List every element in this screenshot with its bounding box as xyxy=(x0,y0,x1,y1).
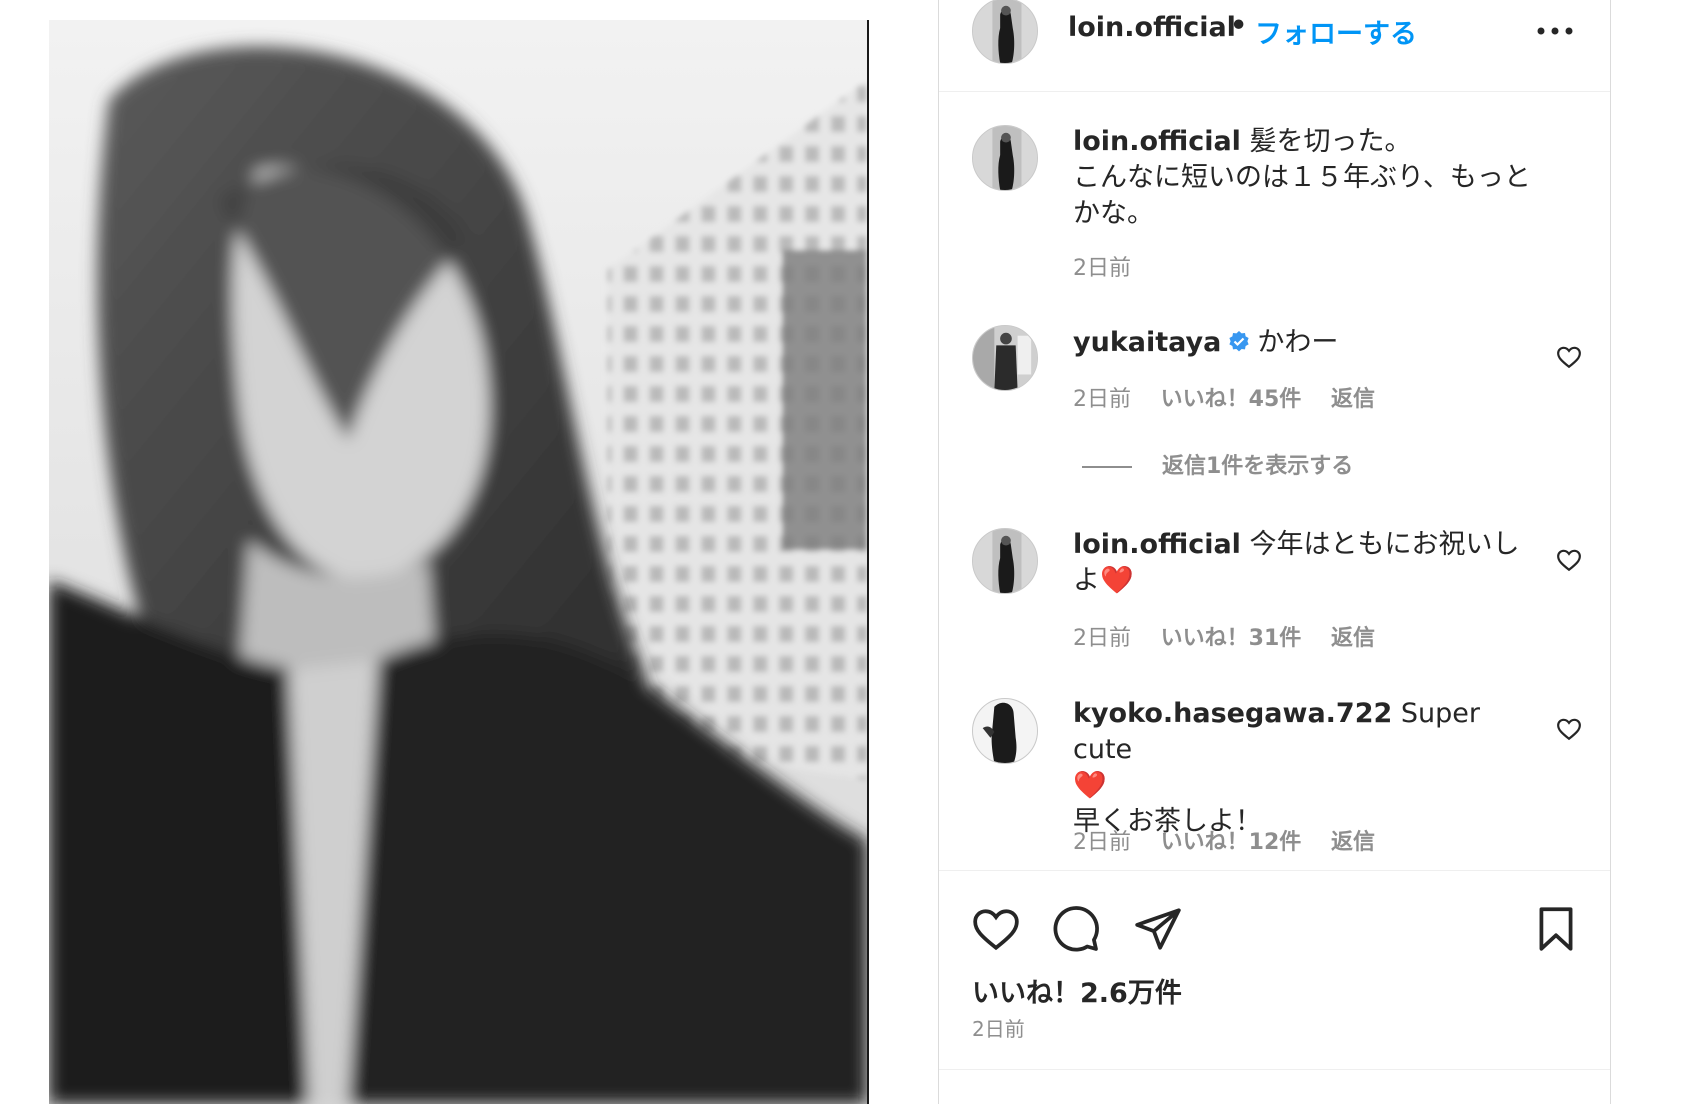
comment-text: kyoko.hasegawa.722 Super cute ❤️ 早くお茶しよ！ xyxy=(1073,696,1523,840)
view-replies-label: 返信1件を表示する xyxy=(1162,454,1354,479)
follow-button[interactable]: フォローする xyxy=(1255,12,1417,51)
separator-dot: • xyxy=(1230,10,1248,41)
comment-meta: 2日前 いいね！45件 返信 xyxy=(1073,381,1397,413)
comment-meta: 2日前 いいね！12件 返信 xyxy=(1073,824,1397,856)
heart-emoji: ❤️ xyxy=(1073,770,1107,801)
author-avatar[interactable] xyxy=(972,0,1038,64)
comment-body: かわー xyxy=(1257,327,1339,358)
reply-button[interactable]: 返信 xyxy=(1331,626,1375,651)
view-replies-button[interactable]: 返信1件を表示する xyxy=(1082,448,1353,480)
comment-timestamp[interactable]: 2日前 xyxy=(1073,387,1131,412)
comment-icon[interactable] xyxy=(1051,904,1101,954)
comment-username[interactable]: kyoko.hasegawa.722 xyxy=(1073,698,1392,729)
bookmark-icon[interactable] xyxy=(1531,904,1581,954)
reply-button[interactable]: 返信 xyxy=(1331,830,1375,855)
verified-badge-icon xyxy=(1227,328,1251,352)
comment-text: loin.official 今年はともにお祝いしよ❤️ xyxy=(1073,527,1523,599)
comment-avatar[interactable] xyxy=(972,528,1038,594)
more-horizontal-icon[interactable] xyxy=(1533,18,1577,44)
comment-username[interactable]: loin.official xyxy=(1073,529,1241,560)
post-photo[interactable] xyxy=(49,20,869,1104)
comment-avatar[interactable] xyxy=(972,698,1038,764)
comment-username[interactable]: yukaitaya xyxy=(1073,327,1221,358)
caption-meta: 2日前 xyxy=(1073,250,1153,282)
caption-avatar[interactable] xyxy=(972,125,1038,191)
caption-username[interactable]: loin.official xyxy=(1073,126,1241,157)
heart-emoji: ❤️ xyxy=(1100,565,1134,596)
paper-plane-icon[interactable] xyxy=(1133,904,1183,954)
comment-text: yukaitaya かわー xyxy=(1073,325,1543,361)
comment-timestamp[interactable]: 2日前 xyxy=(1073,626,1131,651)
view-replies-line xyxy=(1082,466,1132,468)
heart-icon[interactable] xyxy=(1556,344,1582,370)
reply-button[interactable]: 返信 xyxy=(1331,387,1375,412)
caption-timestamp[interactable]: 2日前 xyxy=(1073,256,1131,281)
author-username[interactable]: loin.official xyxy=(1068,12,1236,43)
caption-line-1: 髪を切った。 xyxy=(1249,126,1412,157)
caption-line-2: こんなに短いのは１５年ぶり、もっとかな。 xyxy=(1073,162,1531,229)
comment-timestamp[interactable]: 2日前 xyxy=(1073,830,1131,855)
comment-likes[interactable]: いいね！12件 xyxy=(1161,830,1302,855)
post-side-panel: loin.official • フォローする loin.official 髪を切… xyxy=(938,0,1611,1104)
comment-avatar[interactable] xyxy=(972,325,1038,391)
comment-likes[interactable]: いいね！45件 xyxy=(1161,387,1302,412)
comment-likes[interactable]: いいね！31件 xyxy=(1161,626,1302,651)
post-timestamp[interactable]: 2日前 xyxy=(972,1013,1025,1042)
heart-icon[interactable] xyxy=(1556,716,1582,742)
heart-icon[interactable] xyxy=(1556,547,1582,573)
caption-text: loin.official 髪を切った。 こんなに短いのは１５年ぶり、もっとかな… xyxy=(1073,124,1543,232)
heart-icon[interactable] xyxy=(971,904,1021,954)
comment-input-bar xyxy=(939,1069,1610,1104)
post-header: loin.official • フォローする xyxy=(939,0,1610,92)
post-actions: いいね！2.6万件 2日前 xyxy=(939,870,1610,1070)
likes-count[interactable]: いいね！2.6万件 xyxy=(972,971,1182,1010)
comment-meta: 2日前 いいね！31件 返信 xyxy=(1073,620,1397,652)
author-avatar-image xyxy=(973,0,1037,63)
post-photo-image xyxy=(49,20,867,1104)
